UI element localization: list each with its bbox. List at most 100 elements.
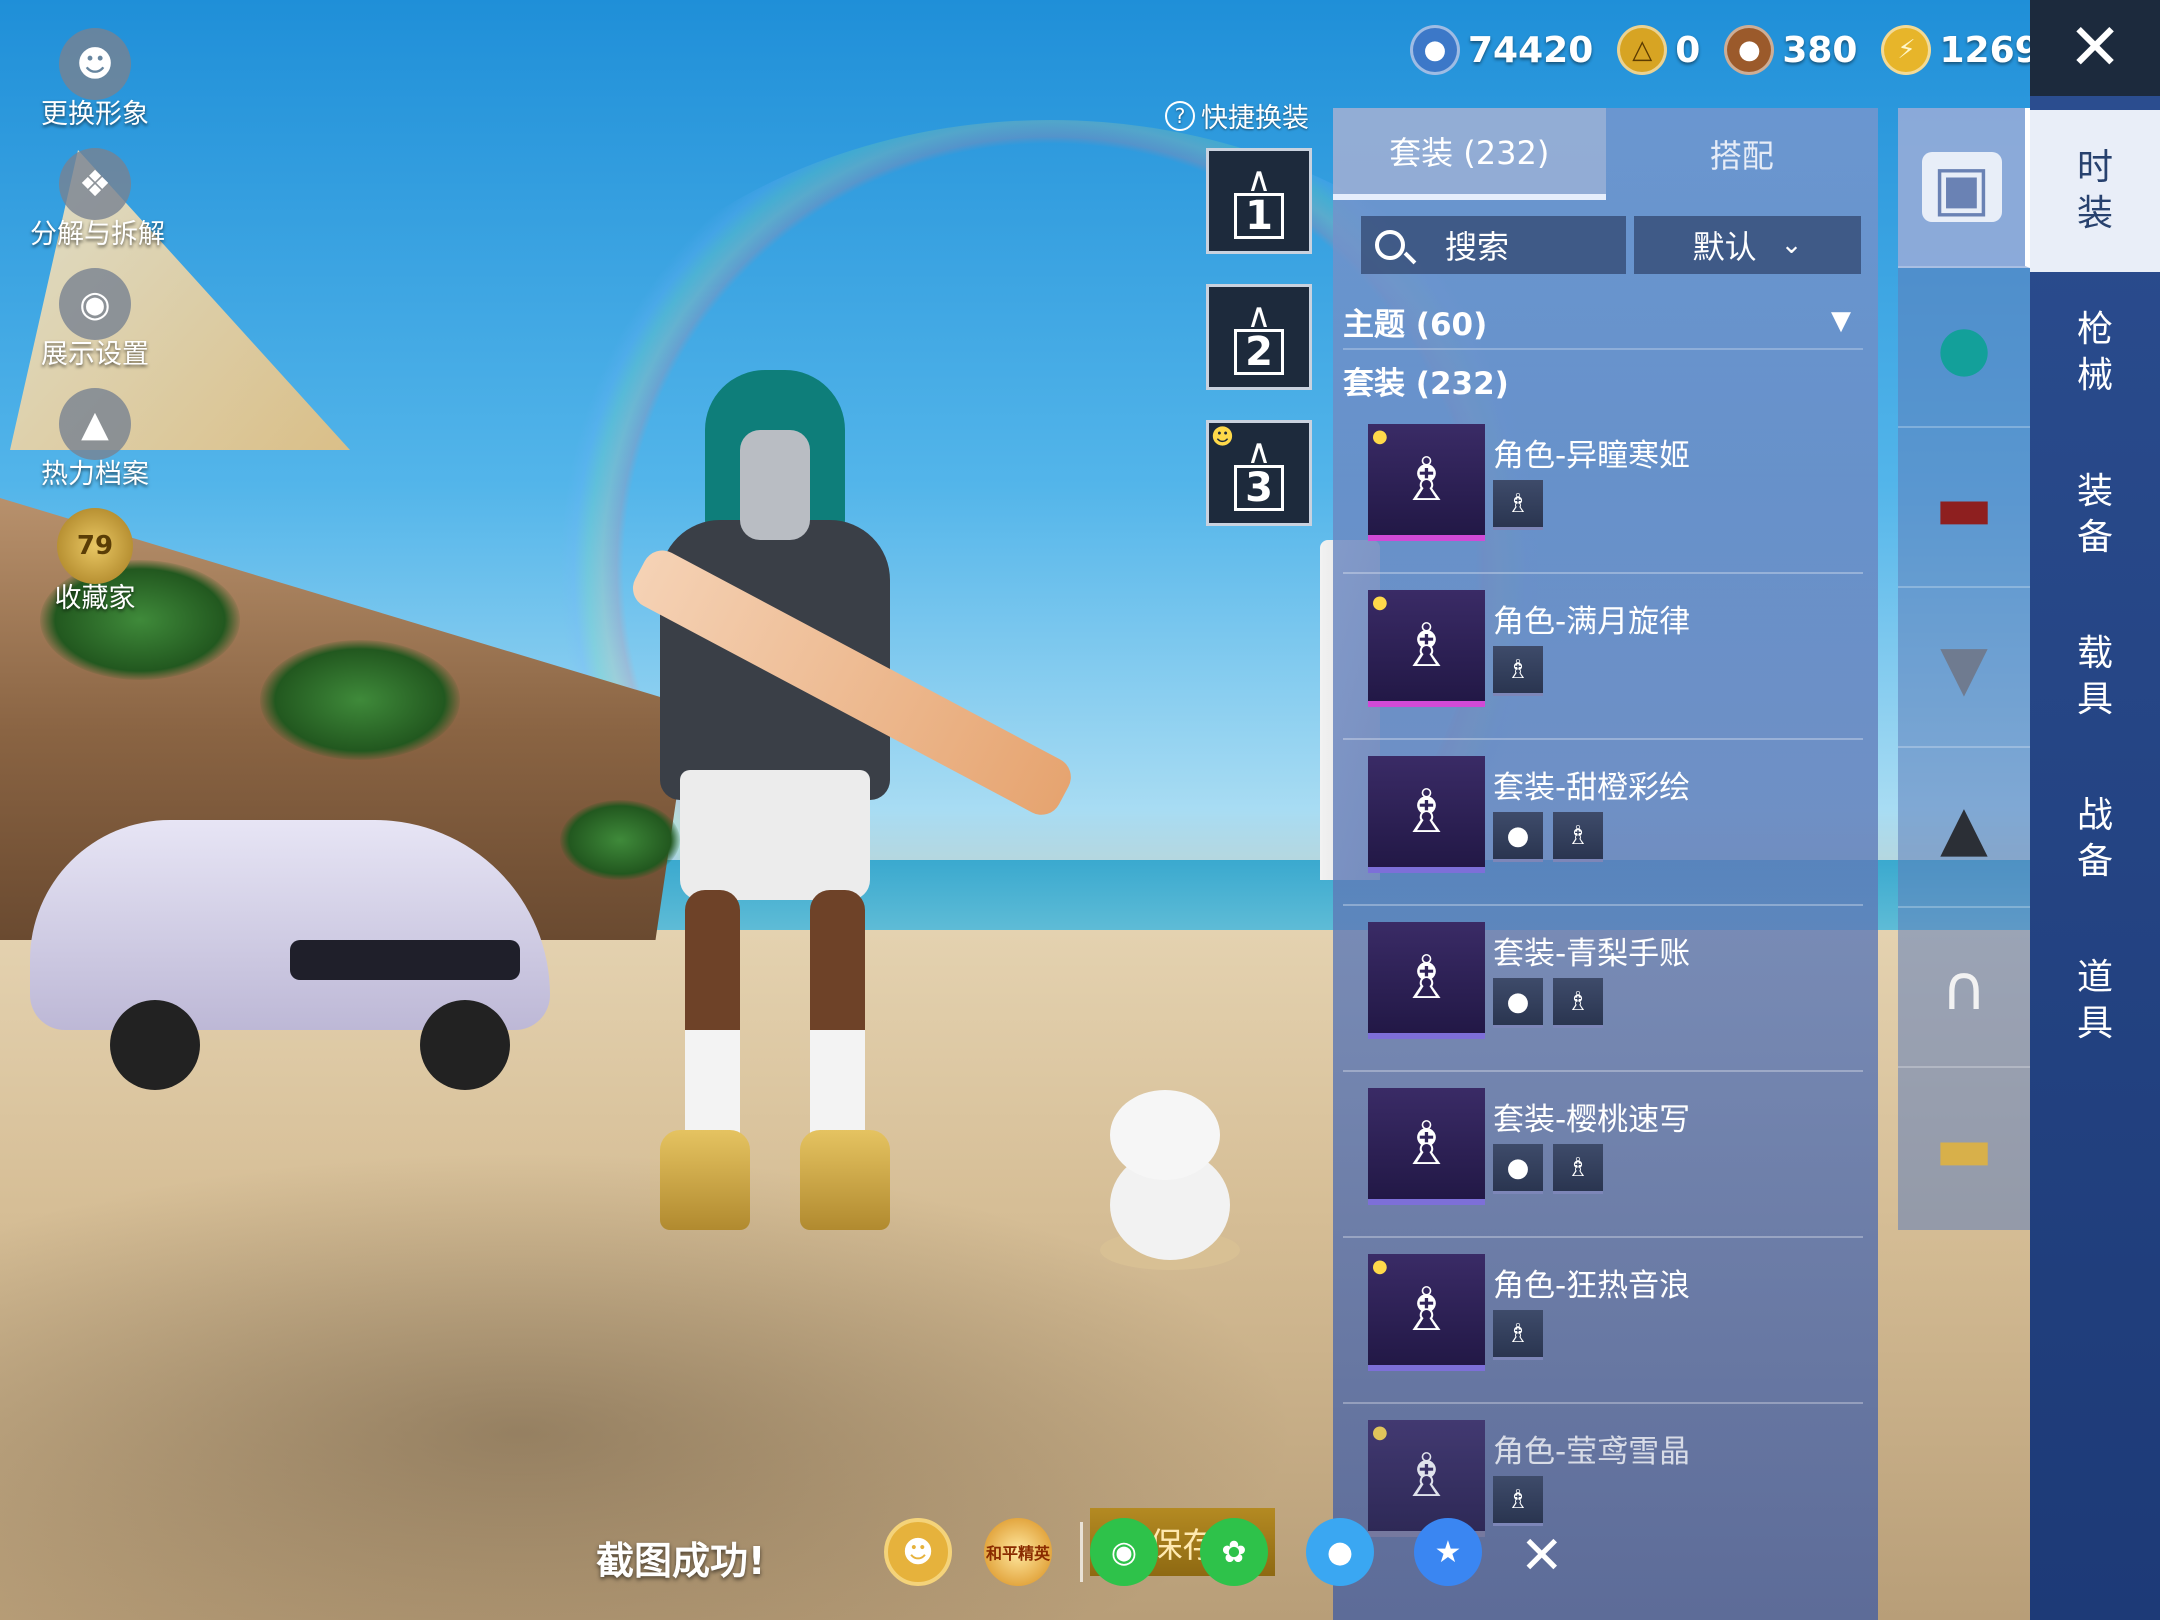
character-badge-icon: ●: [1372, 426, 1388, 447]
category-shoes[interactable]: ▬: [1898, 1068, 2030, 1228]
share-divider: [1080, 1522, 1083, 1582]
collector-button[interactable]: 79 收藏家: [30, 508, 160, 615]
list-item[interactable]: ♗ 套装-甜橙彩绘 ● ♗: [1343, 740, 1863, 906]
character-shoe: [800, 1130, 890, 1230]
heat-profile-button[interactable]: ▲ 热力档案: [30, 388, 160, 491]
moments-icon: ✿: [1221, 1534, 1247, 1570]
outfit-thumbnail: ♗: [1368, 922, 1485, 1039]
qq-icon: ●: [1326, 1534, 1354, 1570]
list-item[interactable]: ♗ 套装-樱桃速写 ● ♗: [1343, 1072, 1863, 1238]
sports-car[interactable]: [30, 820, 550, 1090]
outfit-part-thumbnail[interactable]: ♗: [1553, 1144, 1603, 1194]
pants-icon: ∩: [1941, 950, 1987, 1024]
share-friends-button[interactable]: ☻: [884, 1518, 952, 1586]
suit-section-header: 套装 (232): [1343, 366, 1509, 402]
nav-battle-gear[interactable]: 战备: [2030, 758, 2160, 920]
smiley-icon: ☻: [1211, 425, 1234, 450]
change-appearance-button[interactable]: ☻ 更换形象: [30, 28, 160, 131]
outfit-thumbnail: ● ♗: [1368, 1254, 1485, 1371]
nav-equipment[interactable]: 装备: [2030, 434, 2160, 596]
sort-dropdown[interactable]: 默认 ⌄: [1634, 216, 1861, 274]
outfit-part-thumbnail[interactable]: ♗: [1493, 480, 1543, 530]
character-badge-icon: ●: [1372, 592, 1388, 613]
quick-outfit-title[interactable]: ? 快捷换装: [1165, 96, 1309, 135]
outfit-part-thumbnail[interactable]: ♗: [1493, 1310, 1543, 1360]
share-game-button[interactable]: 和平精英: [984, 1518, 1052, 1586]
player-character[interactable]: [620, 370, 920, 1250]
share-moments-button[interactable]: ✿: [1200, 1518, 1268, 1586]
category-jacket[interactable]: ▲: [1898, 748, 2030, 908]
quick-outfit-slot-3[interactable]: ☻ ∧ 3: [1206, 420, 1312, 526]
search-button[interactable]: 搜索: [1361, 216, 1626, 274]
triangle-down-icon: ▼: [1831, 306, 1851, 336]
currency-item[interactable]: △ 0: [1617, 25, 1700, 75]
coin-gold-mark-icon: △: [1617, 25, 1668, 75]
jacket-icon: ▲: [1940, 790, 1988, 864]
palm-tree: [260, 640, 460, 760]
share-qq-button[interactable]: ●: [1306, 1518, 1374, 1586]
outfit-thumbnail: ♗: [1368, 756, 1485, 873]
outfit-part-thumbnail[interactable]: ♗: [1493, 1476, 1543, 1526]
game-logo-icon: 和平精英: [985, 1544, 1050, 1563]
outfit-part-thumbnail[interactable]: ♗: [1493, 646, 1543, 696]
nav-items[interactable]: 道具: [2030, 920, 2160, 1082]
close-button[interactable]: ✕: [2030, 0, 2160, 96]
close-icon: ✕: [2068, 11, 2122, 85]
currency-item[interactable]: ● 74420: [1410, 25, 1593, 75]
friends-icon: ☻: [902, 1534, 934, 1570]
nav-weapons[interactable]: 枪械: [2030, 272, 2160, 434]
hanger-icon: ∧: [1246, 160, 1272, 200]
share-wechat-button[interactable]: ◉: [1090, 1518, 1158, 1586]
category-outfit[interactable]: ▣: [1898, 108, 2030, 268]
share-close-button[interactable]: ✕: [1520, 1526, 1564, 1586]
category-column: ▣ ● ▬ ▼ ▲ ∩ ▬: [1898, 108, 2030, 1230]
mask-icon: ▼: [1940, 630, 1988, 704]
pet-companion[interactable]: [1100, 1090, 1240, 1270]
nav-fashion[interactable]: 时装: [2030, 110, 2160, 272]
quick-outfit-slot-1[interactable]: ∧ 1: [1206, 148, 1312, 254]
character-sock: [810, 1030, 865, 1140]
search-icon: [1375, 230, 1405, 260]
chevron-down-icon: ⌄: [1780, 230, 1803, 260]
pet-head: [1110, 1090, 1220, 1180]
wechat-icon: ◉: [1110, 1534, 1138, 1570]
nav-vehicles[interactable]: 载具: [2030, 596, 2160, 758]
avatar-icon: ☻: [59, 28, 131, 100]
outfit-part-thumbnail[interactable]: ●: [1493, 812, 1543, 862]
list-item[interactable]: ● ♗ 角色-满月旋律 ♗: [1343, 574, 1863, 740]
coin-bronze-icon: ●: [1724, 25, 1775, 75]
decompose-button[interactable]: ❖ 分解与拆解: [30, 148, 165, 251]
outfit-part-thumbnail[interactable]: ●: [1493, 978, 1543, 1028]
outfit-part-thumbnail[interactable]: ●: [1493, 1144, 1543, 1194]
tab-suits[interactable]: 套装 (232): [1333, 108, 1606, 200]
eye-icon: ◉: [59, 268, 131, 340]
currency-bar: ● 74420 △ 0 ● 380 ⚡ 126971: [1410, 18, 2114, 82]
tab-combos[interactable]: 搭配: [1606, 108, 1879, 200]
help-icon: ?: [1165, 100, 1195, 131]
flame-icon: ▲: [59, 388, 131, 460]
currency-item[interactable]: ● 380: [1724, 25, 1857, 75]
outfit-part-thumbnail[interactable]: ♗: [1553, 978, 1603, 1028]
character-shoe: [660, 1130, 750, 1230]
theme-filter[interactable]: 主题 (60) ▼: [1343, 294, 1863, 350]
outfit-part-thumbnail[interactable]: ♗: [1553, 812, 1603, 862]
coin-lightning-icon: ⚡: [1881, 25, 1932, 75]
character-badge-icon: ●: [1372, 1256, 1388, 1277]
hanger-icon: ∧: [1246, 296, 1272, 336]
list-item[interactable]: ● ♗ 角色-异瞳寒姬 ♗: [1343, 408, 1863, 574]
collector-badge-icon: 79: [57, 508, 133, 584]
category-hair[interactable]: ●: [1898, 268, 2030, 428]
character-mask: [740, 430, 810, 540]
puzzle-icon: ❖: [59, 148, 131, 220]
outfit-thumbnail: ♗: [1368, 1088, 1485, 1205]
outfit-thumbnail: ● ♗: [1368, 424, 1485, 541]
share-qzone-button[interactable]: ★: [1414, 1518, 1482, 1586]
close-icon: ✕: [1520, 1526, 1564, 1586]
category-hat[interactable]: ▬: [1898, 428, 2030, 588]
category-mask[interactable]: ▼: [1898, 588, 2030, 748]
quick-outfit-slot-2[interactable]: ∧ 2: [1206, 284, 1312, 390]
list-item[interactable]: ♗ 套装-青梨手账 ● ♗: [1343, 906, 1863, 1072]
list-item[interactable]: ● ♗ 角色-狂热音浪 ♗: [1343, 1238, 1863, 1404]
display-settings-button[interactable]: ◉ 展示设置: [30, 268, 160, 371]
category-pants[interactable]: ∩: [1898, 908, 2030, 1068]
